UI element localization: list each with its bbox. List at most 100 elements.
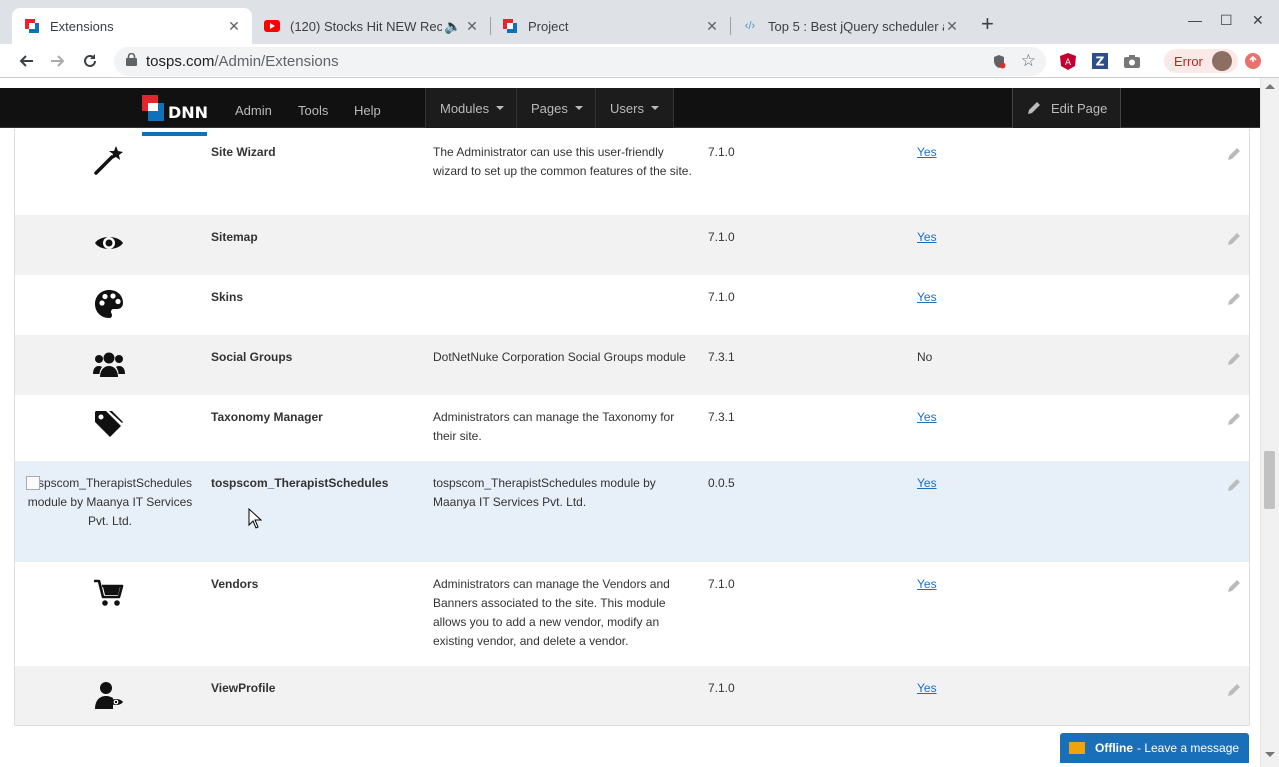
scrollbar-thumb[interactable] [1264, 451, 1275, 509]
table-row: Site Wizard The Administrator can use th… [15, 129, 1249, 215]
forward-icon[interactable] [47, 50, 69, 72]
nav-tools[interactable]: Tools [298, 103, 328, 118]
extension-version: 7.1.0 [708, 230, 735, 244]
dnn-control-bar: DNN Admin Tools Help Modules Pages Users… [0, 88, 1260, 136]
table-row: Skins 7.1.0 Yes [15, 275, 1249, 335]
live-chat-button[interactable]: Offline - Leave a message [1060, 733, 1249, 763]
extension-name: tospscom_TherapistSchedules [211, 476, 389, 490]
pencil-icon[interactable] [1227, 579, 1241, 593]
new-tab-button[interactable]: + [981, 13, 994, 35]
edit-page-button[interactable]: Edit Page [1012, 88, 1121, 128]
extension-version: 7.1.0 [708, 681, 735, 695]
url-host: tosps.com [146, 53, 215, 70]
pencil-icon[interactable] [1227, 412, 1241, 426]
eye-icon [85, 233, 133, 269]
dnn-icon [502, 18, 518, 34]
pencil-icon[interactable] [1227, 292, 1241, 306]
in-use-link[interactable]: Yes [917, 474, 937, 493]
menu-pages[interactable]: Pages [516, 88, 597, 128]
tab-youtube[interactable]: (120) Stocks Hit NEW Recor 🔈 ✕ [252, 8, 490, 44]
menu-users[interactable]: Users [595, 88, 674, 128]
extension-version: 7.1.0 [708, 290, 735, 304]
zotero-extension-icon[interactable]: Z [1091, 52, 1109, 70]
scroll-down-arrow-icon[interactable] [1265, 752, 1275, 757]
close-icon[interactable]: ✕ [226, 18, 242, 35]
tab-title: Top 5 : Best jQuery scheduler a [768, 18, 944, 34]
pencil-icon[interactable] [1227, 352, 1241, 366]
extension-name: Taxonomy Manager [211, 410, 323, 424]
back-icon[interactable] [15, 50, 37, 72]
extension-description: tospscom_TherapistSchedules module by Ma… [433, 476, 656, 509]
minimize-icon[interactable]: — [1188, 12, 1202, 28]
extension-name: Sitemap [211, 230, 258, 244]
in-use-link[interactable]: Yes [917, 408, 937, 427]
lock-icon [126, 52, 137, 70]
mouse-cursor-icon [248, 508, 262, 529]
profile-error-button[interactable]: Error [1164, 49, 1238, 73]
speaker-icon[interactable]: 🔈 [442, 18, 464, 35]
in-use-link[interactable]: Yes [917, 228, 937, 247]
tab-extensions[interactable]: Extensions ✕ [12, 8, 252, 44]
page-scrollbar[interactable] [1260, 78, 1279, 767]
browser-toolbar: tosps.com/Admin/Extensions ☆ A Z Error [0, 44, 1279, 78]
tab-jquery-scheduler[interactable]: ‹/› Top 5 : Best jQuery scheduler a ✕ [730, 8, 970, 44]
extension-name: Social Groups [211, 350, 293, 364]
tab-title: (120) Stocks Hit NEW Recor [290, 18, 442, 34]
reload-icon[interactable] [79, 50, 101, 72]
menu-modules[interactable]: Modules [425, 88, 519, 128]
nav-help[interactable]: Help [354, 103, 381, 118]
pencil-icon [1028, 102, 1040, 114]
users-icon [85, 350, 133, 386]
extension-name: Skins [211, 290, 244, 304]
extension-description: Administrators can manage the Vendors an… [433, 577, 670, 648]
shield-blocked-icon[interactable] [992, 54, 1006, 73]
dnn-logo[interactable]: DNN [142, 95, 208, 136]
envelope-icon [1069, 742, 1085, 754]
extension-version: 0.0.5 [708, 476, 735, 490]
image-alt-text: tospscom_TherapistSchedules module by Ma… [27, 476, 193, 528]
code-icon: ‹/› [744, 20, 756, 32]
tab-project[interactable]: Project ✕ [490, 8, 730, 44]
close-icon[interactable]: ✕ [944, 18, 960, 35]
close-icon[interactable]: ✕ [704, 18, 720, 35]
angular-extension-icon[interactable]: A [1059, 52, 1077, 70]
in-use-link[interactable]: Yes [917, 143, 937, 162]
nav-admin[interactable]: Admin [235, 103, 272, 118]
extension-name: Vendors [211, 577, 259, 591]
caret-down-icon [574, 106, 583, 110]
table-row: Sitemap 7.1.0 Yes [15, 215, 1249, 275]
table-row: tospscom_TherapistSchedules module by Ma… [15, 461, 1249, 562]
tab-title: Extensions [50, 18, 114, 34]
in-use-link[interactable]: Yes [917, 679, 937, 698]
pencil-icon[interactable] [1227, 147, 1241, 161]
camera-extension-icon[interactable] [1123, 52, 1141, 70]
pencil-icon[interactable] [1227, 683, 1241, 697]
bookmark-star-icon[interactable]: ☆ [1021, 51, 1036, 71]
maximize-icon[interactable]: ☐ [1220, 12, 1233, 29]
extension-description: Administrators can manage the Taxonomy f… [433, 410, 675, 443]
in-use-link[interactable]: Yes [917, 288, 937, 307]
close-icon[interactable]: ✕ [464, 18, 480, 35]
pencil-icon[interactable] [1227, 478, 1241, 492]
palette-icon [85, 289, 133, 325]
extension-description: DotNetNuke Corporation Social Groups mod… [433, 350, 686, 364]
url-path: /Admin/Extensions [214, 53, 339, 70]
cart-icon [85, 579, 133, 615]
pencil-icon[interactable] [1227, 232, 1241, 246]
extension-name: Site Wizard [211, 145, 276, 159]
avatar [1212, 51, 1232, 71]
youtube-icon [264, 18, 280, 34]
window-close-icon[interactable]: ✕ [1252, 12, 1264, 29]
in-use-link[interactable]: Yes [917, 575, 937, 594]
in-use-value: No [917, 350, 933, 364]
extension-version: 7.3.1 [708, 410, 735, 424]
error-label: Error [1174, 53, 1203, 69]
table-row: Social Groups DotNetNuke Corporation Soc… [15, 335, 1249, 395]
address-bar[interactable]: tosps.com/Admin/Extensions ☆ [114, 47, 1046, 76]
edit-page-label: Edit Page [1051, 100, 1108, 116]
scroll-up-arrow-icon[interactable] [1265, 84, 1275, 89]
extensions-table: Site Wizard The Administrator can use th… [14, 129, 1250, 726]
update-icon[interactable] [1244, 52, 1262, 70]
svg-text:Z: Z [1096, 55, 1105, 69]
chat-status: Offline [1095, 741, 1133, 755]
